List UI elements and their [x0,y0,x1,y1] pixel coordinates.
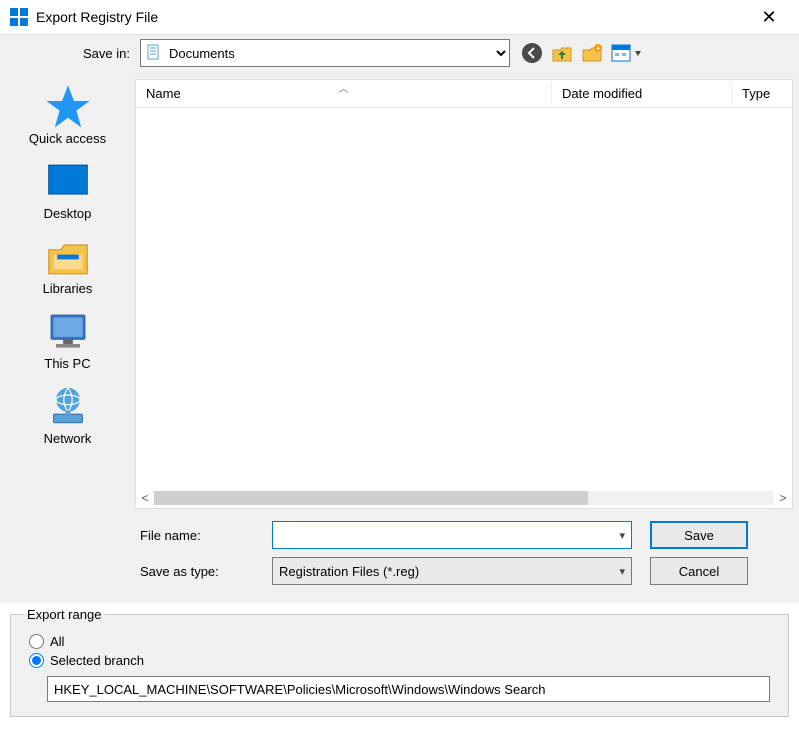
export-range-all[interactable]: All [29,634,770,649]
export-range-selected-branch[interactable]: Selected branch [29,653,770,668]
back-icon[interactable] [520,41,544,65]
save-in-toolbar: Save in: Documents ✦ [0,34,799,77]
place-this-pc[interactable]: This PC [4,312,131,371]
column-headers: ︿ Name Date modified Type [136,80,792,108]
scroll-thumb[interactable] [154,491,588,505]
svg-text:✦: ✦ [595,45,601,53]
chevron-down-icon[interactable]: ▾ [619,529,625,542]
radio-selected-branch[interactable] [29,653,44,668]
scroll-track[interactable] [154,491,774,505]
save-in-dropdown[interactable]: Documents [140,39,510,67]
save-button[interactable]: Save [650,521,748,549]
column-type[interactable]: Type [732,82,792,105]
file-name-label: File name: [140,528,272,543]
regedit-app-icon [10,8,28,26]
column-date-modified[interactable]: Date modified [552,82,732,105]
scroll-right-icon[interactable]: > [774,491,792,505]
save-as-type-value: Registration Files (*.reg) [279,564,419,579]
selected-branch-input[interactable] [47,676,770,702]
desktop-icon [44,162,92,202]
window-title: Export Registry File [36,9,749,25]
cancel-button[interactable]: Cancel [650,557,748,585]
place-network[interactable]: Network [4,387,131,446]
horizontal-scrollbar[interactable]: < > [136,488,792,508]
radio-all[interactable] [29,634,44,649]
libraries-icon [44,237,92,277]
places-bar: Quick access Desktop Libraries This PC N… [0,77,135,513]
place-libraries[interactable]: Libraries [4,237,131,296]
network-icon [44,387,92,427]
file-name-combo[interactable]: ▾ [272,521,632,549]
thispc-icon [44,312,92,352]
star-icon [44,87,92,127]
up-one-level-icon[interactable] [550,41,574,65]
new-folder-icon[interactable]: ✦ [580,41,604,65]
close-button[interactable]: ✕ [749,7,789,28]
column-name[interactable]: ︿ Name [136,82,552,105]
export-range-legend: Export range [23,607,105,622]
file-list-body[interactable] [136,108,792,488]
export-range-group: Export range All Selected branch [10,607,789,717]
file-list-area: ︿ Name Date modified Type < > [135,79,793,509]
place-desktop[interactable]: Desktop [4,162,131,221]
chevron-down-icon[interactable]: ▾ [619,565,625,578]
place-quick-access[interactable]: Quick access [4,87,131,146]
view-menu-icon[interactable] [610,41,644,65]
scroll-left-icon[interactable]: < [136,491,154,505]
save-as-type-combo[interactable]: Registration Files (*.reg) ▾ [272,557,632,585]
save-in-label: Save in: [10,46,140,61]
sort-ascending-icon: ︿ [339,80,349,95]
save-as-type-label: Save as type: [140,564,272,579]
titlebar: Export Registry File ✕ [0,0,799,34]
